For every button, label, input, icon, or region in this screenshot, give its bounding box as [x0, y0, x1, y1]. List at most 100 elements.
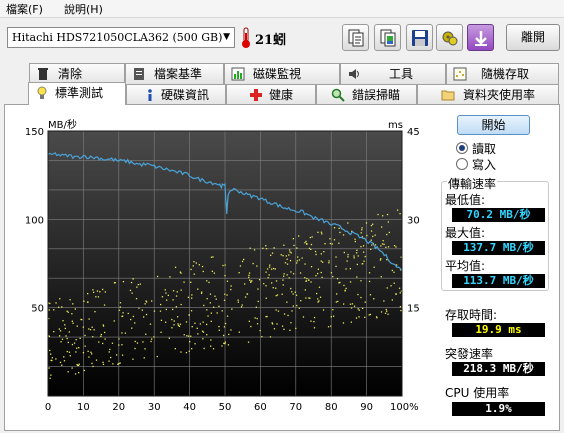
access-time-point — [100, 333, 102, 336]
access-time-point — [342, 322, 345, 324]
random-access-icon — [453, 67, 467, 81]
access-time-point — [72, 322, 74, 324]
access-time-point — [390, 285, 392, 287]
access-time-point — [283, 313, 286, 315]
access-time-point — [68, 331, 70, 333]
read-radio-label: 讀取 — [472, 142, 497, 156]
save-button[interactable] — [406, 24, 433, 51]
read-radio-dot — [456, 142, 468, 154]
tab-disk-monitor[interactable]: 磁碟監視 — [224, 63, 340, 84]
menu-help[interactable]: 說明(H) — [64, 1, 103, 17]
access-time-point — [176, 291, 178, 293]
access-time-point — [372, 223, 374, 225]
access-time-point — [172, 308, 174, 311]
access-time-point — [287, 314, 289, 317]
copy-text-button[interactable] — [342, 24, 369, 51]
access-time-point — [130, 318, 132, 321]
access-time-point — [391, 299, 393, 301]
access-time-point — [160, 331, 162, 333]
menu-file[interactable]: 檔案(F) — [6, 1, 43, 17]
access-time-point — [109, 348, 111, 351]
access-time-point — [172, 299, 174, 301]
tab-file-benchmark[interactable]: 檔案基準 — [125, 63, 224, 84]
info-icon — [148, 89, 152, 101]
thermometer-icon — [242, 27, 250, 48]
tab-error-scan[interactable]: 錯誤掃瞄 — [316, 84, 417, 105]
access-time-point — [111, 342, 114, 344]
tab-label: 錯誤掃瞄 — [352, 88, 401, 102]
access-time-point — [211, 270, 213, 272]
transfer-rate-label: 傳輸速率 — [447, 175, 498, 192]
access-time-point — [63, 356, 65, 358]
access-time-point — [364, 301, 366, 303]
access-time-point — [156, 355, 158, 358]
access-time-point — [71, 343, 74, 346]
access-time-point — [360, 280, 362, 282]
exit-button[interactable]: 離開 — [506, 24, 560, 51]
access-time-point — [206, 309, 208, 311]
access-time-point — [143, 316, 145, 318]
access-time-point — [209, 302, 211, 304]
access-time-point — [386, 310, 388, 312]
access-time-point — [197, 288, 199, 290]
access-time-point — [165, 308, 167, 311]
access-time-point — [137, 284, 139, 286]
tab-label: 健康 — [269, 88, 294, 102]
start-button[interactable]: 開始 — [457, 115, 530, 135]
access-time-point — [298, 259, 301, 261]
right-tick-label: 30 — [407, 215, 420, 226]
access-time-point — [237, 301, 239, 303]
access-time-point — [69, 299, 71, 301]
access-time-point — [355, 317, 358, 319]
access-time-point — [104, 331, 106, 334]
tab-health[interactable]: 健康 — [226, 84, 316, 105]
access-time-point — [349, 303, 352, 305]
tab-benchmark[interactable]: 標準測試 — [28, 82, 126, 105]
access-time-point — [265, 285, 267, 287]
access-time-point — [60, 341, 62, 343]
access-time-point — [347, 256, 349, 258]
access-time-point — [315, 253, 317, 256]
avg-value: 113.7 MB/秒 — [452, 274, 545, 288]
access-time-point — [286, 274, 288, 276]
x-tick-label: 90 — [360, 402, 373, 413]
access-time-point — [249, 279, 251, 281]
access-time-point — [136, 286, 138, 288]
access-time-point — [275, 295, 277, 297]
drive-select[interactable]: Hitachi HDS721050CLA362 (500 GB) ▼ — [7, 27, 235, 48]
access-time-point — [349, 281, 352, 283]
access-time-point — [283, 273, 285, 275]
access-time-point — [362, 245, 365, 247]
copy-screenshot-button[interactable] — [374, 24, 401, 51]
access-time-point — [263, 283, 265, 285]
access-time-point — [276, 323, 278, 325]
access-time-point — [361, 227, 363, 229]
download-button[interactable] — [467, 24, 494, 51]
access-time-point — [134, 322, 136, 324]
access-time-point — [247, 341, 250, 343]
access-time-point — [290, 287, 292, 290]
tab-erase[interactable]: 清除 — [29, 63, 125, 84]
access-time-point — [272, 267, 275, 270]
access-time-point — [143, 357, 145, 359]
tab-folder-usage[interactable]: 資料夾使用率 — [417, 84, 559, 105]
menu-bar: 檔案(F) 說明(H) — [0, 0, 564, 18]
access-time-point — [268, 266, 271, 268]
access-time-point — [383, 300, 385, 302]
access-time-point — [290, 271, 292, 273]
access-time-point — [55, 358, 57, 360]
access-time-point — [331, 243, 333, 245]
access-time-point — [231, 308, 233, 310]
access-time-point — [265, 297, 267, 299]
access-time-point — [337, 300, 339, 303]
tab-disk-info[interactable]: 硬碟資訊 — [126, 84, 226, 105]
right-axis-unit: ms — [388, 120, 403, 131]
access-time-point — [59, 330, 62, 332]
access-time-point — [203, 347, 205, 350]
access-time-point — [276, 294, 279, 296]
tab-random-access[interactable]: 隨機存取 — [446, 63, 559, 84]
options-button[interactable] — [436, 24, 463, 51]
access-time-point — [304, 263, 306, 265]
access-time-point — [95, 296, 97, 298]
tab-tools[interactable]: 工具 — [340, 63, 446, 84]
